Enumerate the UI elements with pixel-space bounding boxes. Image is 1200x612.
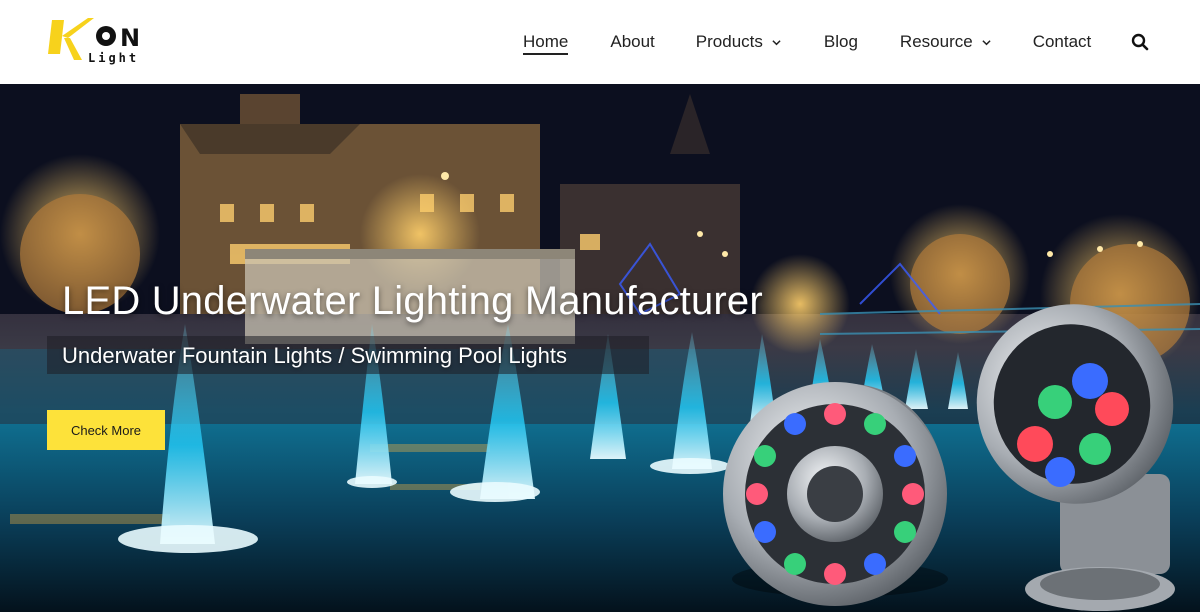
chevron-down-icon — [982, 39, 991, 45]
nav-item-home[interactable]: Home — [523, 0, 569, 84]
nav-item-blog[interactable]: Blog — [824, 0, 858, 84]
site-header: N Light Home About Products Blog Resourc… — [0, 0, 1200, 84]
nav-item-label: Products — [695, 32, 763, 51]
nav-item-label: Blog — [823, 32, 858, 51]
main-nav: Home About Products Blog Resource Contac… — [500, 0, 1149, 84]
nav-item-products[interactable]: Products — [696, 0, 781, 84]
logo-text-n: N — [120, 24, 140, 52]
chevron-down-icon — [772, 39, 781, 45]
nav-item-about[interactable]: About — [610, 0, 654, 84]
nav-item-contact[interactable]: Contact — [1033, 0, 1092, 84]
search-icon[interactable] — [1131, 33, 1149, 51]
hero-subtitle: Underwater Fountain Lights / Swimming Po… — [62, 343, 568, 368]
nav-item-label: Contact — [1032, 32, 1092, 51]
ring-fountain-light-product — [723, 382, 948, 606]
check-more-button[interactable]: Check More — [47, 410, 165, 450]
hero-banner: LED Underwater Lighting Manufacturer Und… — [0, 84, 1200, 612]
hero-title: LED Underwater Lighting Manufacturer — [62, 279, 763, 323]
nav-item-resource[interactable]: Resource — [900, 0, 991, 84]
nav-item-label: Resource — [899, 32, 973, 51]
nav-item-label: About — [610, 32, 655, 51]
logo-subtext: Light — [88, 51, 139, 65]
kon-light-logo[interactable]: N Light — [48, 14, 160, 66]
logo-graphic: N Light — [48, 18, 140, 65]
nav-item-label: Home — [523, 32, 569, 51]
